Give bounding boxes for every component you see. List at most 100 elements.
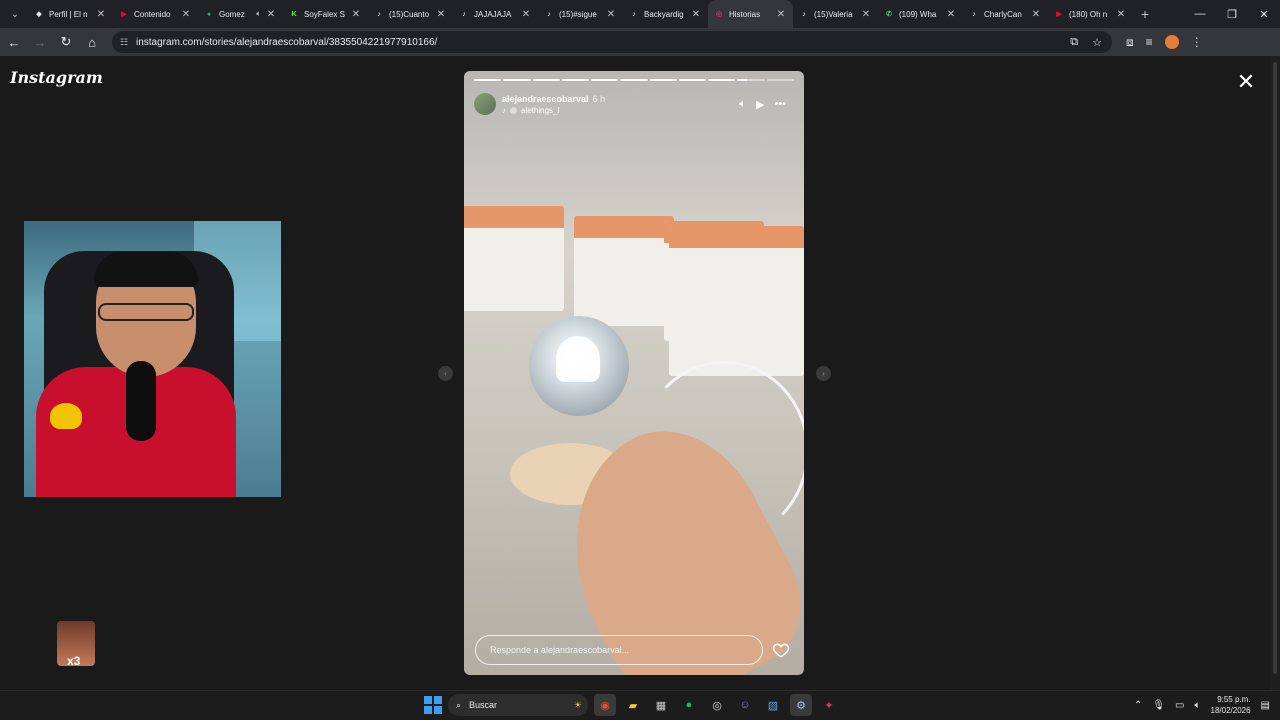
tab-9[interactable]: ♪ (15)Valeria ✕: [793, 0, 878, 28]
tab-close-icon[interactable]: ✕: [520, 9, 532, 20]
instagram-icon: ◎: [715, 11, 723, 18]
glasses: [98, 303, 194, 321]
forward-button[interactable]: →: [28, 30, 52, 54]
next-story-button[interactable]: ›: [816, 366, 831, 381]
tab-1[interactable]: ▶ Contenido ✕: [113, 0, 198, 28]
tab-close-icon[interactable]: ✕: [775, 9, 787, 20]
progress-segment: [532, 79, 560, 81]
discord-icon[interactable]: ☺: [734, 694, 756, 716]
home-button[interactable]: ⌂: [80, 30, 104, 54]
avatar[interactable]: [474, 93, 496, 115]
tab-close-icon[interactable]: ✕: [1115, 9, 1127, 20]
tab-close-icon[interactable]: ✕: [350, 9, 362, 20]
spotify-icon[interactable]: ●: [678, 694, 700, 716]
close-stories-button[interactable]: ✕: [1236, 71, 1256, 93]
windows-start-icon[interactable]: [424, 696, 442, 714]
tab-3[interactable]: K SoyFalex S ✕: [283, 0, 368, 28]
tiktok-icon: ♪: [462, 10, 466, 18]
reply-input[interactable]: Responde a alejandraescobarval...: [475, 635, 763, 665]
tab-8[interactable]: ◎ Historias ✕: [708, 0, 793, 28]
tiktok-icon: ♪: [802, 10, 806, 18]
username-text[interactable]: alejandraescobarval: [502, 94, 589, 104]
scrollbar-thumb[interactable]: [1273, 62, 1277, 674]
previous-story-button[interactable]: ‹: [438, 366, 453, 381]
tab-close-icon[interactable]: ✕: [1030, 9, 1042, 20]
tab-11[interactable]: ♪ CharlyCan ✕: [963, 0, 1048, 28]
kebab-menu-icon[interactable]: ⋮: [1191, 35, 1203, 49]
address-bar[interactable]: ☷ instagram.com/stories/alejandraescobar…: [112, 31, 1112, 53]
tab-close-icon[interactable]: ✕: [435, 9, 447, 20]
tab-0[interactable]: ◆ Perfil | El n ✕: [28, 0, 113, 28]
file-explorer-icon[interactable]: ▰: [622, 694, 644, 716]
tab-12[interactable]: ▶ (180) Oh n ✕: [1048, 0, 1133, 28]
tab-6[interactable]: ♪ (15)#sigue ✕: [538, 0, 623, 28]
story-viewer[interactable]: alejandraescobarval 6 h ♪ alethings_l 🔈︎ …: [464, 71, 804, 675]
progress-segment: [620, 79, 648, 81]
steam-icon[interactable]: ⚙: [790, 694, 812, 716]
media-controls-icon[interactable]: ≡: [1146, 35, 1153, 49]
tiktok-icon: ♪: [377, 10, 381, 18]
page-scrollbar[interactable]: [1270, 56, 1280, 690]
bookmark-star-icon[interactable]: ☆: [1092, 36, 1102, 49]
volume-icon[interactable]: 🔈︎: [739, 98, 746, 111]
tab-10[interactable]: ✆ (109) Wha ✕: [878, 0, 963, 28]
minimize-icon[interactable]: —: [1184, 0, 1216, 28]
profile-avatar[interactable]: [1164, 35, 1179, 49]
tab-close-icon[interactable]: ✕: [690, 9, 702, 20]
extensions-icon[interactable]: ⧈: [1126, 35, 1134, 50]
close-window-icon[interactable]: ✕: [1248, 0, 1280, 28]
new-tab-button[interactable]: +: [1133, 6, 1157, 22]
tab-label: (15)#sigue: [559, 9, 597, 19]
instagram-logo[interactable]: Instagram: [10, 68, 103, 87]
taskbar-search[interactable]: ⌕ Buscar ☀: [448, 694, 588, 716]
tab-5[interactable]: ♪ JAJAJAJA ✕: [453, 0, 538, 28]
webcam-overlay: [24, 221, 281, 497]
story-audio-info[interactable]: ♪ alethings_l: [502, 106, 605, 115]
tab-4[interactable]: ♪ (15)Cuanto ✕: [368, 0, 453, 28]
chrome-icon[interactable]: ◉: [594, 694, 616, 716]
tab-label: Perfil | El n: [49, 9, 88, 19]
tab-close-icon[interactable]: ✕: [265, 9, 277, 20]
product-box: [574, 216, 674, 326]
audio-source[interactable]: alethings_l: [521, 106, 559, 115]
back-button[interactable]: ←: [2, 30, 26, 54]
weather-sun-icon: ☀: [573, 699, 582, 710]
more-options-icon[interactable]: •••: [774, 98, 786, 110]
tab-close-icon[interactable]: ✕: [95, 9, 107, 20]
reload-button[interactable]: ↻: [54, 30, 78, 54]
story-username[interactable]: alejandraescobarval 6 h: [502, 94, 605, 104]
store-icon[interactable]: ▦: [650, 694, 672, 716]
whatsapp-icon: ✆: [886, 11, 892, 18]
taskbar: ⌕ Buscar ☀ ◉ ▰ ▦ ● ◎ ☺ ▨ ⚙ ✦ ⌃ 🎙︎ ▭ 🔈︎ 9…: [0, 690, 1280, 720]
network-icon[interactable]: ▭: [1175, 700, 1184, 711]
tab-close-icon[interactable]: ✕: [605, 9, 617, 20]
tab-close-icon[interactable]: ✕: [945, 9, 957, 20]
tab-label: Historias: [729, 9, 761, 19]
tab-2[interactable]: ● Gomez 🔈︎ ✕: [198, 0, 283, 28]
notifications-icon[interactable]: ▤: [1261, 700, 1270, 711]
editor-icon[interactable]: ✦: [818, 694, 840, 716]
speaker-icon[interactable]: 🔈︎: [256, 9, 261, 19]
tab-search-button[interactable]: ⌄: [4, 3, 26, 25]
tab-7[interactable]: ♪ Backyardig ✕: [623, 0, 708, 28]
product-box: [464, 206, 564, 311]
progress-fill: [737, 79, 747, 81]
tab-close-icon[interactable]: ✕: [180, 9, 192, 20]
play-icon[interactable]: ▶: [756, 98, 764, 111]
progress-segment: [708, 79, 736, 81]
tab-label: CharlyCan: [984, 9, 1022, 19]
tray-chevron-up-icon[interactable]: ⌃: [1134, 700, 1142, 711]
photos-icon[interactable]: ▨: [762, 694, 784, 716]
speaker-icon[interactable]: 🔈︎: [1195, 700, 1201, 711]
tab-label: Contenido: [134, 9, 171, 19]
system-clock[interactable]: 9:55 p.m. 18/02/2026: [1211, 694, 1251, 716]
obs-icon[interactable]: ◎: [706, 694, 728, 716]
install-app-icon[interactable]: ⧉: [1070, 36, 1078, 49]
restore-icon[interactable]: ❐: [1216, 0, 1248, 28]
site-info-icon[interactable]: ☷: [120, 37, 130, 47]
instagram-stories-page: Instagram ✕ x3 ‹ › alejandraescobarval 6 …: [0, 56, 1280, 690]
heart-icon[interactable]: [772, 641, 790, 659]
url-text[interactable]: instagram.com/stories/alejandraescobarva…: [136, 37, 437, 48]
tab-close-icon[interactable]: ✕: [860, 9, 872, 20]
microphone-icon[interactable]: 🎙︎: [1152, 700, 1165, 711]
